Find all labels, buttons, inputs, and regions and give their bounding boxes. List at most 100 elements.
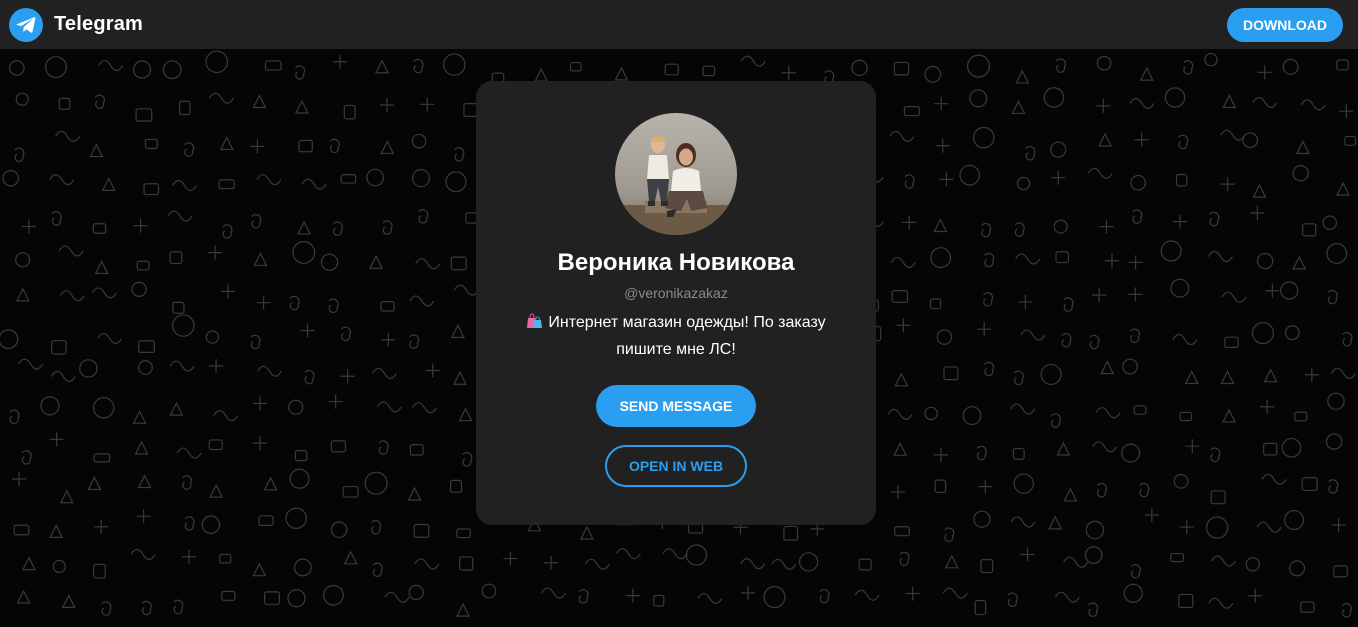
doodle-shape [615,548,641,560]
doodle-shape [91,287,117,299]
doodle-shape [740,558,766,570]
doodle-shape [1129,97,1155,110]
doodle-shape [1063,487,1078,502]
doodle-shape [1179,411,1193,422]
doodle-shape [256,174,282,186]
doodle-shape [94,94,106,110]
doodle-shape [144,138,158,149]
doodle-shape [1265,283,1280,298]
doodle-shape [169,360,195,372]
doodle-shape [1185,439,1200,454]
download-button[interactable]: DOWNLOAD [1227,7,1343,42]
doodle-shape [1100,360,1115,375]
doodle-shape [653,594,665,607]
doodle-shape [219,553,232,564]
doodle-shape [1121,443,1141,463]
doodle-shape [9,409,20,425]
doodle-shape [449,479,463,493]
doodle-shape [1263,442,1278,456]
doodle-shape [891,290,909,303]
doodle-shape [903,105,920,117]
doodle-shape [1252,183,1267,198]
doodle-shape [256,295,271,310]
doodle-shape [340,174,357,184]
doodle-shape [740,55,766,67]
doodle-shape [1326,243,1348,264]
doodle-shape [959,164,981,186]
doodle-shape [18,358,44,370]
doodle-shape [1051,170,1066,185]
doodle-shape [771,558,797,570]
doodle-shape [980,559,994,574]
doodle-shape [966,54,991,78]
doodle-shape [1020,547,1035,562]
doodle-shape [1013,370,1024,386]
doodle-shape [294,99,309,114]
doodle-shape [456,528,471,539]
doodle-shape [1292,165,1309,182]
doodle-shape [1050,141,1067,158]
doodle-shape [178,100,191,116]
doodle-shape [1252,96,1278,109]
doodle-shape [1099,219,1114,234]
doodle-shape [578,589,589,604]
doodle-shape [172,314,195,337]
send-message-button[interactable]: SEND MESSAGE [595,385,757,427]
doodle-shape [1222,94,1237,109]
doodle-shape [1128,287,1143,302]
brand-link[interactable]: Telegram [9,7,143,42]
doodle-shape [409,295,435,307]
doodle-shape [411,402,437,414]
doodle-shape [340,369,355,384]
doodle-shape [1204,52,1218,67]
doodle-shape [1282,58,1299,75]
doodle-shape [208,439,223,451]
doodle-shape [450,256,467,271]
doodle-shape [763,586,786,609]
doodle-shape [14,147,25,163]
doodle-shape [1123,583,1143,603]
doodle-shape [58,245,84,257]
doodle-shape [1040,363,1062,386]
doodle-shape [420,97,435,112]
doodle-shape [1220,129,1246,141]
doodle-shape [15,252,31,268]
doodle-shape [418,209,429,224]
doodle-shape [13,524,30,536]
doodle-shape [300,323,315,338]
profile-bio: Интернет магазин одежды! По заказу пишит… [511,310,841,362]
doodle-shape [1054,591,1080,603]
doodle-shape [1092,441,1118,453]
doodle-shape [1224,336,1239,349]
doodle-shape [138,360,153,375]
doodle-shape [944,527,955,542]
doodle-shape [503,551,518,566]
doodle-shape [208,92,235,104]
doodle-shape [1183,60,1194,75]
open-in-web-button[interactable]: OPEN IN WEB [604,445,748,487]
doodle-shape [343,550,358,565]
doodle-shape [1128,255,1143,270]
doodle-shape [182,549,197,564]
doodle-shape [973,510,991,528]
doodle-shape [49,524,64,538]
doodle-shape [569,61,582,72]
doodle-shape [933,447,948,462]
doodle-shape [1084,546,1103,564]
doodle-shape [1341,603,1352,618]
doodle-shape [1178,593,1194,609]
doodle-shape [1016,176,1031,191]
doodle-shape [89,143,104,158]
doodle-shape [1012,447,1025,460]
doodle-shape [902,215,917,230]
doodle-shape [1208,597,1234,609]
doodle-shape [1178,134,1189,150]
doodle-shape [1295,140,1310,155]
doodle-shape [289,295,300,311]
doodle-shape [209,483,224,498]
doodle-shape [1055,251,1070,264]
doodle-shape [263,591,280,605]
doodle-shape [984,361,995,377]
doodle-shape [1063,556,1089,568]
doodle-shape [409,334,420,349]
